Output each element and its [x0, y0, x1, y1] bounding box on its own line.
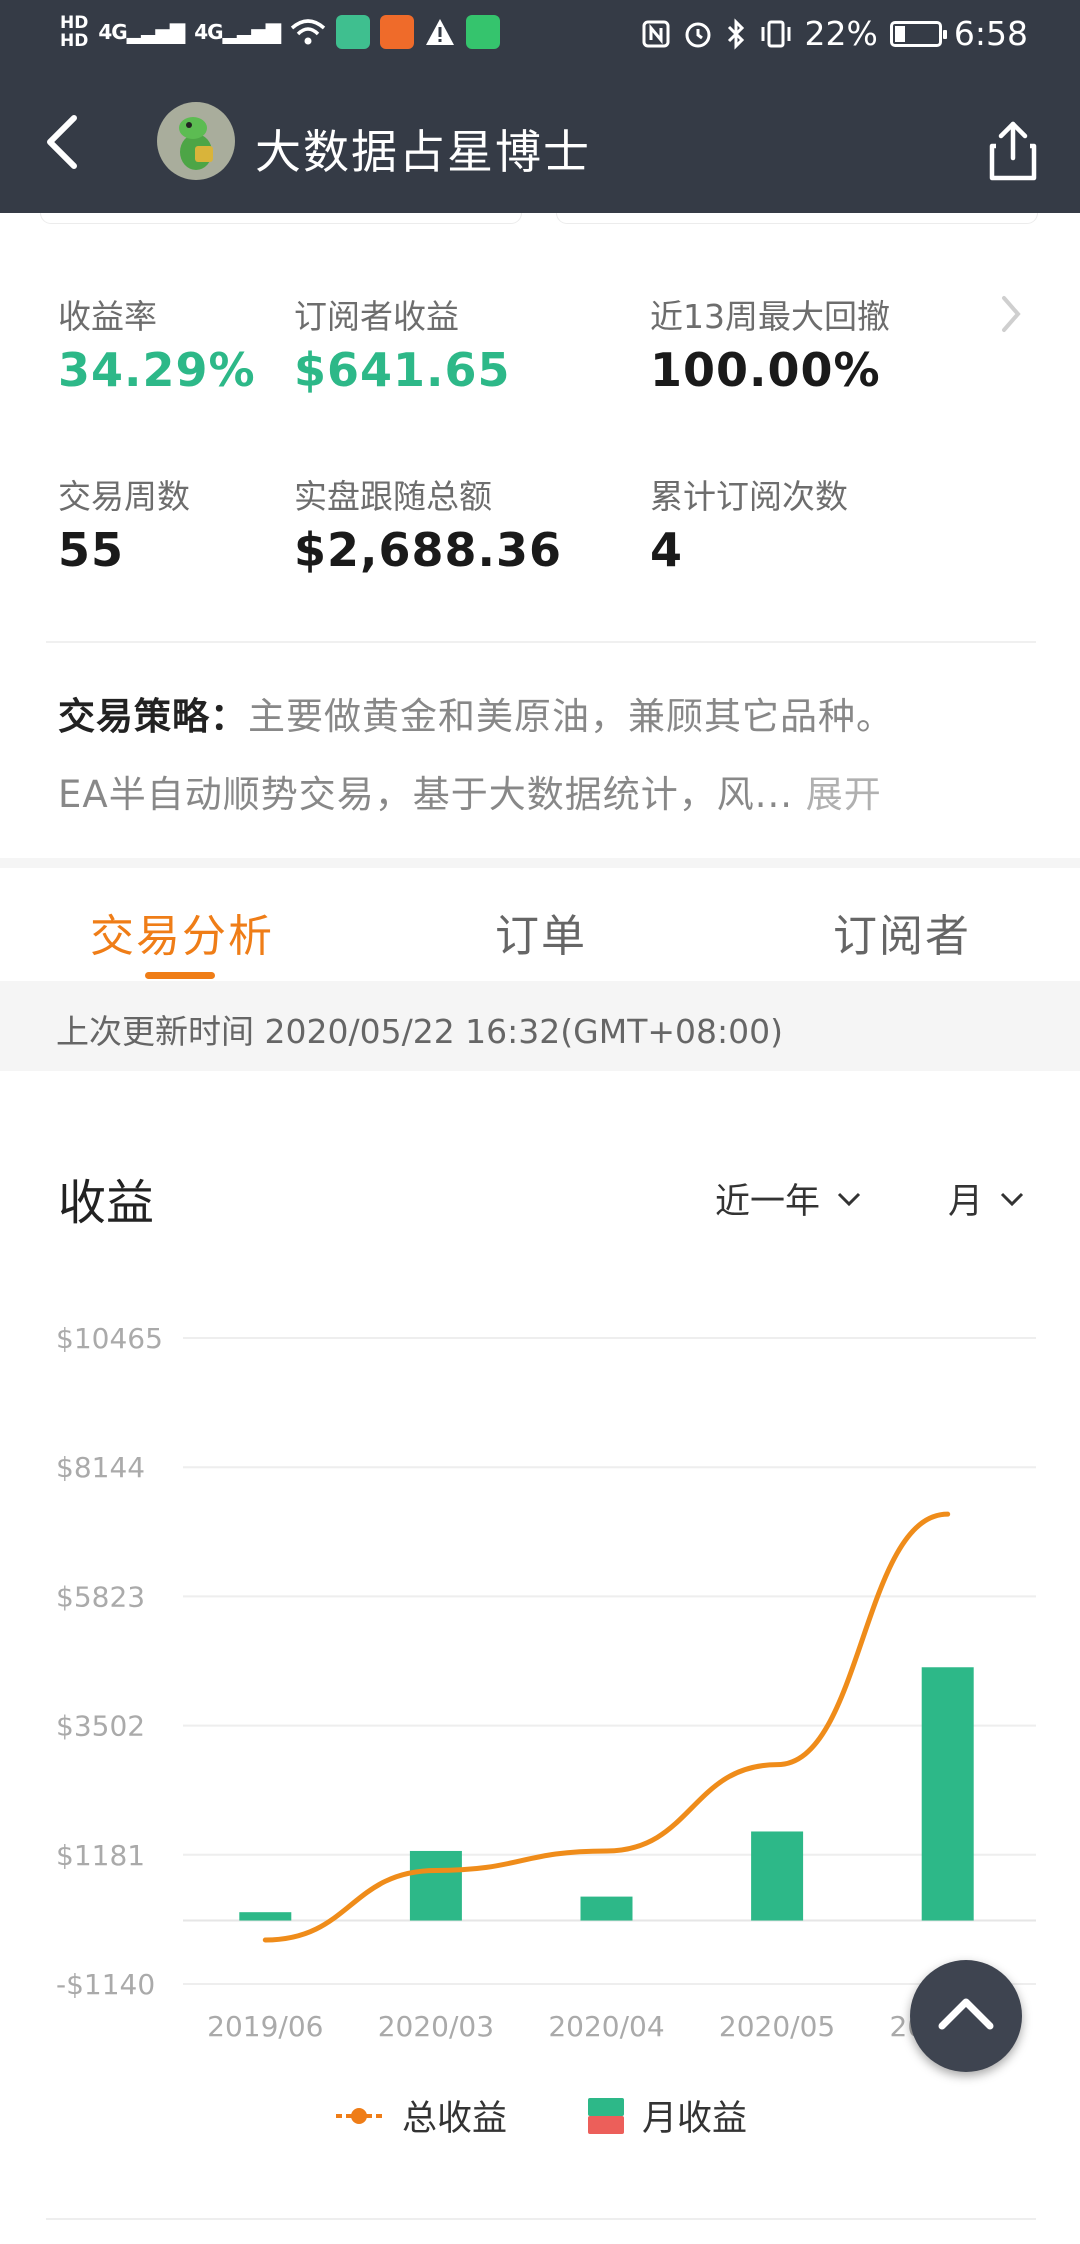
y-tick-label: $5823 [56, 1580, 145, 1613]
y-tick-label: $8144 [56, 1451, 145, 1484]
alarm-icon [685, 22, 711, 47]
tab-orders[interactable]: 订单 [495, 900, 587, 964]
stat-label-subscriber-earnings: 订阅者收益 [294, 297, 459, 336]
avatar[interactable] [157, 102, 235, 180]
status-left: HD HD 4G▂▃▅▇ 4G▂▃▅▇ [60, 14, 501, 50]
nfc-icon [642, 20, 670, 47]
bar-monthly-earnings [921, 1667, 974, 1921]
legend-monthly[interactable]: 月收益 [588, 2090, 747, 2141]
stat-value-follow-total: $2,688.36 [294, 523, 562, 577]
expand-link[interactable]: 展开 [806, 773, 882, 816]
tab-subscribers[interactable]: 订阅者 [833, 900, 971, 964]
divider [46, 2218, 1036, 2220]
section-gap [0, 858, 1080, 868]
vibrate-icon [761, 20, 791, 47]
dinosaur-icon [179, 117, 213, 170]
divider [46, 641, 1036, 643]
x-tick-label: 2019/06 [207, 2010, 323, 2043]
share-icon[interactable] [986, 120, 1040, 182]
chevron-up-icon [938, 1998, 994, 2030]
signal-icon-1: 4G▂▃▅▇ [98, 20, 185, 44]
battery-percent: 22% [804, 14, 878, 53]
hd-label-2: HD [60, 31, 89, 51]
wifi-icon [290, 19, 326, 45]
legend-total[interactable]: 总收益 [334, 2090, 507, 2141]
legend-monthly-label: 月收益 [642, 2099, 748, 2139]
y-tick-label: $10465 [56, 1322, 163, 1355]
back-arrow-icon[interactable] [40, 112, 90, 172]
tab-trade-analysis[interactable]: 交易分析 [90, 900, 274, 964]
strategy-line-2: EA半自动顺势交易，基于大数据统计，风... 展开 [58, 764, 882, 818]
stat-value-subscription-count: 4 [650, 523, 684, 577]
strategy-line-1: 交易策略：主要做黄金和美原油，兼顾其它品种。 [58, 686, 894, 740]
y-tick-label: -$1140 [56, 1968, 155, 2001]
app-notification-icon-2 [380, 15, 415, 49]
bluetooth-icon [727, 17, 744, 50]
stat-value-return-rate: 34.29% [58, 343, 256, 397]
app-notification-icon-1 [336, 15, 371, 49]
bar-monthly-earnings [409, 1850, 462, 1921]
bar-monthly-earnings [580, 1896, 633, 1921]
stat-value-trading-weeks: 55 [58, 523, 125, 577]
nav-bar: 大数据占星博士 [0, 72, 1080, 213]
stat-value-max-drawdown: 100.00% [650, 343, 881, 397]
strategy-text-1: 主要做黄金和美原油，兼顾其它品种。 [248, 695, 894, 738]
line-marker-icon [336, 2107, 382, 2124]
card-edge-left [40, 213, 522, 224]
stat-label-return-rate: 收益率 [58, 297, 157, 336]
hd-label-1: HD [60, 13, 89, 33]
status-right: 22% 6:58 [641, 14, 1028, 53]
strategy-label: 交易策略： [58, 695, 248, 738]
earnings-title: 收益 [58, 1175, 155, 1231]
bar-marker-icon [588, 2097, 624, 2134]
strategy-text-2: EA半自动顺势交易，基于大数据统计，风... [58, 773, 793, 816]
stat-label-follow-total: 实盘跟随总额 [294, 477, 492, 516]
chevron-down-icon [1000, 1192, 1024, 1206]
app-header: HD HD 4G▂▃▅▇ 4G▂▃▅▇ 22% 6:58 大数据占星博士 [0, 0, 1080, 213]
chevron-down-icon [837, 1192, 861, 1206]
x-tick-label: 2020/04 [548, 2010, 664, 2043]
bar-monthly-earnings [751, 1831, 804, 1921]
period-dropdown-label: 月 [948, 1182, 984, 1222]
hd-indicators: HD HD [60, 14, 88, 50]
clock: 6:58 [953, 14, 1028, 53]
line-total-earnings [262, 1511, 951, 1943]
card-edge-right [556, 213, 1038, 224]
range-dropdown[interactable]: 近一年 [715, 1173, 862, 1224]
x-tick-label: 2020/03 [378, 2010, 494, 2043]
app-notification-icon-3 [466, 15, 501, 49]
stat-label-trading-weeks: 交易周数 [58, 477, 190, 516]
active-tab-indicator [145, 972, 215, 979]
x-tick-label: 2020/05 [719, 2010, 835, 2043]
y-tick-label: $3502 [56, 1710, 145, 1743]
chevron-right-icon[interactable] [996, 292, 1026, 336]
legend-total-label: 总收益 [402, 2099, 508, 2139]
stat-value-subscriber-earnings: $641.65 [294, 343, 511, 397]
signal-icon-2: 4G▂▃▅▇ [194, 20, 281, 44]
period-dropdown[interactable]: 月 [948, 1173, 1025, 1224]
bar-monthly-earnings [239, 1912, 292, 1921]
stat-label-subscription-count: 累计订阅次数 [650, 477, 848, 516]
battery-icon [889, 20, 947, 47]
status-bar: HD HD 4G▂▃▅▇ 4G▂▃▅▇ 22% 6:58 [0, 0, 1080, 72]
warning-icon [426, 19, 455, 45]
scroll-to-top-button[interactable] [910, 1960, 1022, 2072]
last-update-time: 上次更新时间 2020/05/22 16:32(GMT+08:00) [56, 1012, 783, 1051]
page-title: 大数据占星博士 [255, 125, 591, 179]
y-tick-label: $1181 [56, 1839, 145, 1872]
stat-label-max-drawdown: 近13周最大回撤 [650, 297, 890, 336]
range-dropdown-label: 近一年 [715, 1182, 821, 1222]
